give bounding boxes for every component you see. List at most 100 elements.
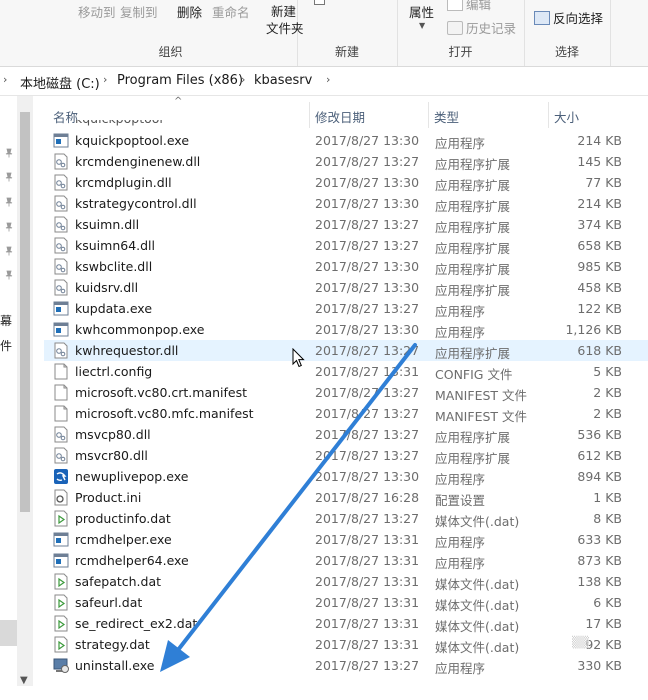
file-type: 应用程序 — [435, 304, 486, 319]
file-size: 214 KB — [577, 133, 622, 148]
file-row[interactable]: kswbclite.dll 2017/8/27 13:30 应用程序扩展 985 KB — [44, 256, 648, 277]
scroll-down-icon[interactable]: ▼ — [20, 675, 28, 686]
file-date: 2017/8/27 13:27 — [315, 238, 420, 253]
file-row[interactable]: kquickpoptool.exe 2017/8/27 13:30 应用程序 214 … — [44, 130, 648, 151]
file-row[interactable]: ksuimn64.dll 2017/8/27 13:27 应用程序扩展 658 KB — [44, 235, 648, 256]
exe-icon — [53, 132, 69, 149]
pin-icon[interactable] — [4, 270, 14, 280]
file-type: 应用程序扩展 — [435, 346, 511, 361]
file-row[interactable]: se_redirect_ex2.dat 2017/8/27 13:31 媒体文件(.… — [44, 613, 648, 634]
file-name[interactable]: uninstall.exe — [75, 658, 154, 673]
file-row[interactable]: microsoft.vc80.crt.manifest 2017/8/27 13:… — [44, 382, 648, 403]
breadcrumb-separator-icon[interactable]: › — [3, 73, 7, 86]
file-name[interactable]: kquickpoptool.exe — [75, 133, 189, 148]
file-row[interactable]: safepatch.dat 2017/8/27 13:31 媒体文件(.dat) 13… — [44, 571, 648, 592]
breadcrumb-kbasesrv[interactable]: kbasesrv — [254, 73, 312, 88]
file-row[interactable]: microsoft.vc80.mfc.manifest 2017/8/27 13:… — [44, 403, 648, 424]
nav-item-label[interactable]: 件 — [0, 337, 12, 354]
breadcrumb-program-files[interactable]: Program Files (x86) — [117, 73, 243, 88]
pin-icon[interactable] — [4, 197, 14, 207]
file-date: 2017/8/27 13:30 — [315, 175, 420, 190]
file-name[interactable]: ksuimn64.dll — [75, 238, 155, 253]
file-name[interactable]: kwhrequestor.dll — [75, 343, 178, 358]
file-row[interactable]: kwhrequestor.dll 2017/8/27 13:27 应用程序扩展 618… — [44, 340, 648, 361]
file-name[interactable]: msvcp80.dll — [75, 427, 151, 442]
file-name[interactable]: rcmdhelper.exe — [75, 532, 172, 547]
file-row[interactable]: Product.ini 2017/8/27 16:28 配置设置 1 KB — [44, 487, 648, 508]
file-row[interactable]: kstrategycontrol.dll 2017/8/27 13:30 应用程序扩… — [44, 193, 648, 214]
move-to-button[interactable]: 移动到 — [78, 2, 116, 21]
breadcrumb-local-disk[interactable]: 本地磁盘 (C:) — [20, 73, 100, 92]
file-name[interactable]: strategy.dat — [75, 637, 150, 652]
pin-icon[interactable] — [4, 246, 14, 256]
nav-scrollbar-thumb[interactable] — [20, 112, 30, 512]
nav-item-label[interactable]: 幕 — [0, 312, 12, 329]
file-row[interactable]: strategy.dat 2017/8/27 13:31 媒体文件(.dat) 92 … — [44, 634, 648, 655]
nav-selected-item[interactable] — [0, 620, 17, 646]
file-row[interactable]: safeurl.dat 2017/8/27 13:31 媒体文件(.dat) 6 KB — [44, 592, 648, 613]
edit-button[interactable]: 编辑 — [447, 0, 491, 13]
file-name[interactable]: microsoft.vc80.crt.manifest — [75, 385, 247, 400]
file-row[interactable]: productinfo.dat 2017/8/27 13:27 媒体文件(.dat)… — [44, 508, 648, 529]
file-type: 应用程序扩展 — [435, 262, 511, 277]
file-icon — [53, 405, 69, 422]
file-type: 应用程序扩展 — [435, 241, 511, 256]
file-name[interactable]: kswbclite.dll — [75, 259, 152, 274]
file-name[interactable]: krcmdenginenew.dll — [75, 154, 200, 169]
file-row[interactable]: krcmdenginenew.dll 2017/8/27 13:27 应用程序扩展 1… — [44, 151, 648, 172]
file-name[interactable]: kstrategycontrol.dll — [75, 196, 197, 211]
pin-icon[interactable] — [4, 222, 14, 232]
file-name[interactable]: newuplivepop.exe — [75, 469, 188, 484]
pin-icon[interactable] — [4, 148, 14, 158]
file-name[interactable]: krcmdplugin.dll — [75, 175, 172, 190]
breadcrumb-separator-icon[interactable]: › — [103, 73, 107, 86]
file-row[interactable]: kwhcommonpop.exe 2017/8/27 13:30 应用程序 1,126… — [44, 319, 648, 340]
file-row[interactable]: msvcr80.dll 2017/8/27 13:27 应用程序扩展 612 KB — [44, 445, 648, 466]
file-name[interactable]: kuidsrv.dll — [75, 280, 138, 295]
properties-button[interactable]: 属性 — [409, 2, 434, 21]
rename-button[interactable]: 重命名 — [212, 2, 250, 21]
file-row[interactable]: kupdata.exe 2017/8/27 13:27 应用程序 122 KB — [44, 298, 648, 319]
history-button[interactable]: 历史记录 — [447, 18, 516, 37]
new-item-icon[interactable] — [314, 0, 325, 5]
file-type: 应用程序扩展 — [435, 451, 511, 466]
file-name[interactable]: microsoft.vc80.mfc.manifest — [75, 406, 254, 421]
file-name[interactable]: msvcr80.dll — [75, 448, 148, 463]
new-folder-button-line2[interactable]: 文件夹 — [266, 18, 304, 37]
copy-to-button[interactable]: 复制到 — [120, 2, 158, 21]
file-name[interactable]: kwhcommonpop.exe — [75, 322, 205, 337]
invert-selection-button[interactable]: 反向选择 — [534, 8, 603, 27]
delete-button[interactable]: 删除 — [177, 2, 202, 21]
file-row[interactable]: krcmdplugin.dll 2017/8/27 13:30 应用程序扩展 77 K… — [44, 172, 648, 193]
file-size: 1 KB — [593, 490, 622, 505]
file-name[interactable]: rcmdhelper64.exe — [75, 553, 189, 568]
breadcrumb-separator-icon[interactable]: › — [241, 73, 245, 86]
file-date: 2017/8/27 13:27 — [315, 448, 420, 463]
file-name[interactable]: safeurl.dat — [75, 595, 142, 610]
file-type: 媒体文件(.dat) — [435, 619, 520, 634]
file-size: 1,126 KB — [565, 322, 622, 337]
file-name[interactable]: productinfo.dat — [75, 511, 171, 526]
file-name[interactable]: se_redirect_ex2.dat — [75, 616, 197, 631]
breadcrumb-separator-icon[interactable]: › — [326, 73, 330, 86]
file-row[interactable]: liectrl.config 2017/8/27 13:31 CONFIG 文件 5 … — [44, 361, 648, 382]
file-row[interactable]: uninstall.exe 2017/8/27 13:27 应用程序 330 KB — [44, 655, 648, 676]
file-name[interactable]: Product.ini — [75, 490, 141, 505]
nav-scrollbar[interactable]: ▼ — [17, 96, 33, 686]
file-row[interactable]: ksuimn.dll 2017/8/27 13:27 应用程序扩展 374 KB — [44, 214, 648, 235]
dll-icon — [53, 174, 69, 191]
file-name[interactable]: kupdata.exe — [75, 301, 152, 316]
file-row[interactable]: kuidsrv.dll 2017/8/27 13:30 应用程序扩展 458 KB — [44, 277, 648, 298]
file-row[interactable]: newuplivepop.exe 2017/8/27 13:30 应用程序 894 K… — [44, 466, 648, 487]
address-bar[interactable]: › 本地磁盘 (C:) › Program Files (x86) › kbas… — [0, 67, 648, 96]
file-name[interactable]: ksuimn.dll — [75, 217, 139, 232]
file-name[interactable]: liectrl.config — [75, 364, 152, 379]
file-row[interactable]: rcmdhelper64.exe 2017/8/27 13:31 应用程序 873 K… — [44, 550, 648, 571]
properties-dropdown-icon[interactable]: ▼ — [419, 21, 425, 30]
file-row[interactable]: rcmdhelper.exe 2017/8/27 13:31 应用程序 633 KB — [44, 529, 648, 550]
invert-selection-icon — [534, 11, 550, 25]
partial-row: kquickpoptool — [44, 120, 648, 130]
file-row[interactable]: msvcp80.dll 2017/8/27 13:27 应用程序扩展 536 KB — [44, 424, 648, 445]
file-name[interactable]: safepatch.dat — [75, 574, 161, 589]
pin-icon[interactable] — [4, 172, 14, 182]
